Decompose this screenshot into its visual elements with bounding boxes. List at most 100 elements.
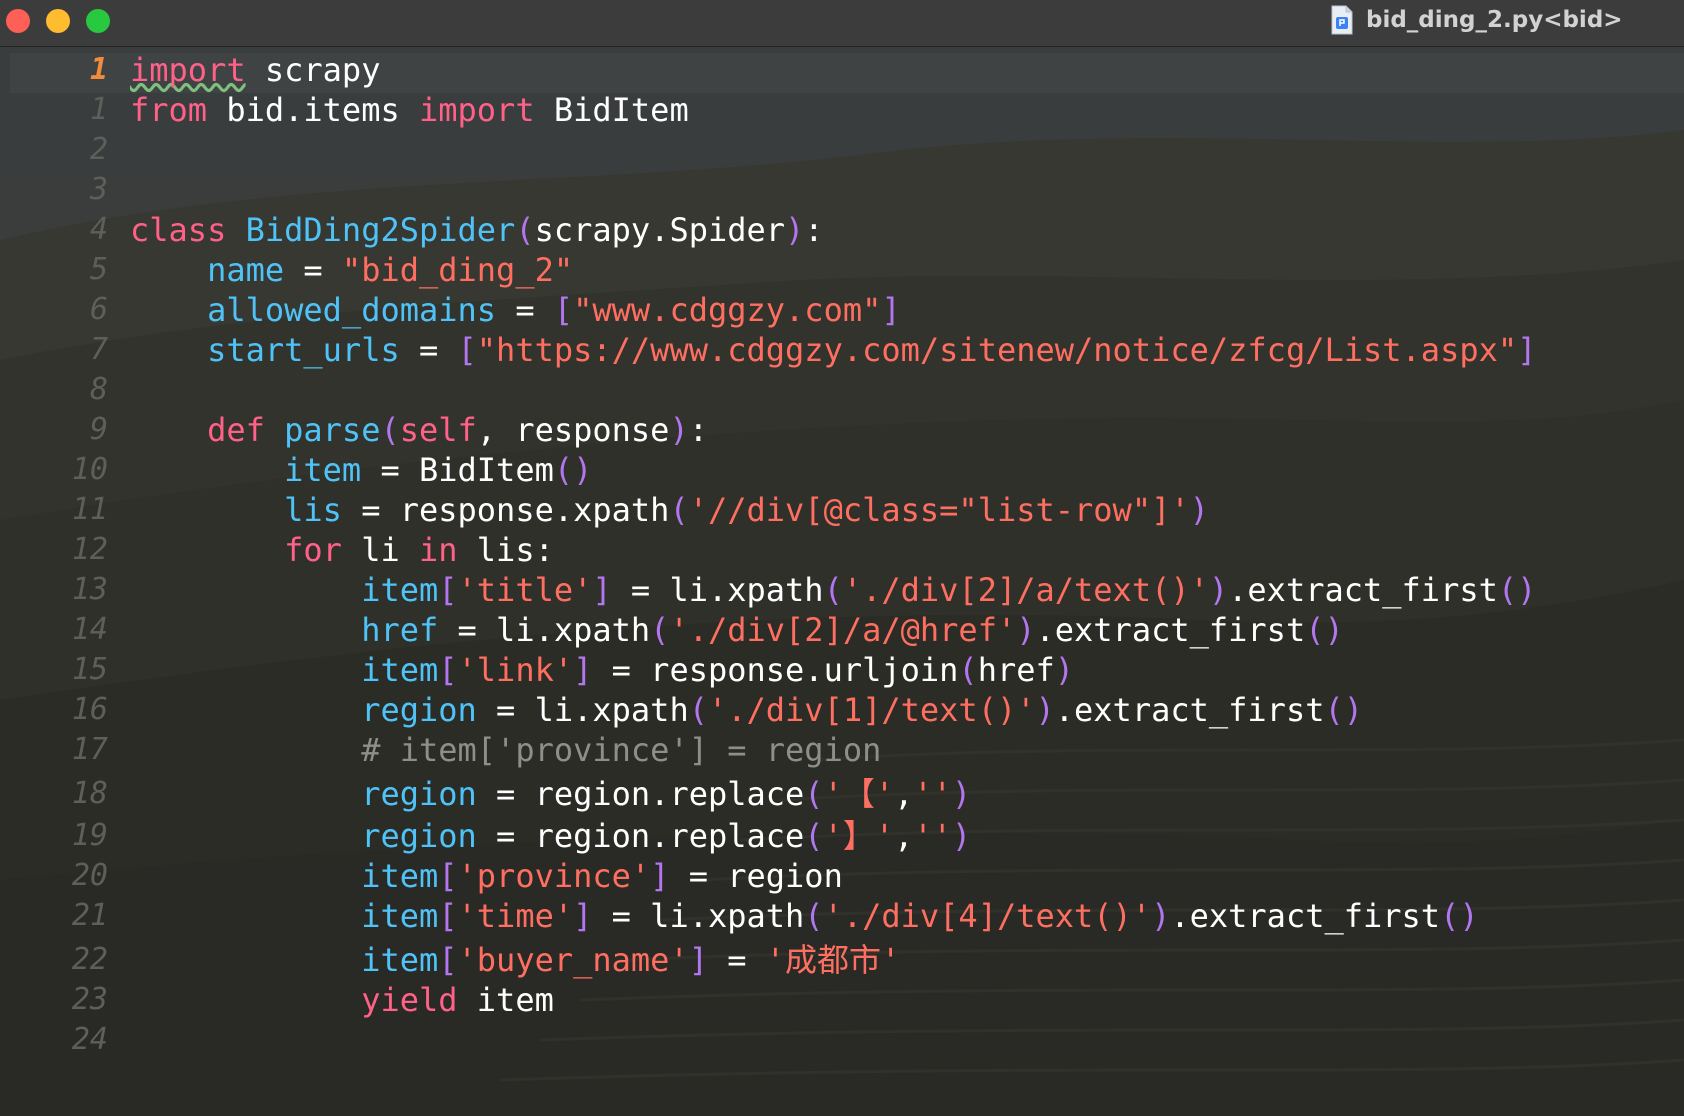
line-number: 8 — [89, 372, 108, 407]
code-token: = — [496, 291, 554, 329]
code-token: for — [284, 531, 342, 569]
code-line[interactable]: 8 — [0, 369, 1684, 411]
code-line[interactable]: 22 item['buyer_name'] = '成都市' — [0, 939, 1684, 981]
code-line[interactable]: 18 region = region.replace('【','') — [0, 773, 1684, 815]
code-token: item — [457, 981, 554, 1019]
code-line[interactable]: 11 lis = response.xpath('//div[@class="l… — [0, 489, 1684, 531]
code-token: = region.replace — [476, 775, 805, 813]
code-line[interactable]: 3 — [0, 169, 1684, 211]
code-token: = li.xpath — [592, 897, 805, 935]
code-line[interactable]: 6 allowed_domains = ["www.cdggzy.com"] — [0, 289, 1684, 331]
minimize-window-button[interactable] — [46, 9, 70, 33]
code-line[interactable]: 1 import scrapy — [0, 49, 1684, 91]
code-text: item['link'] = response.urljoin(href) — [130, 649, 1074, 691]
code-text: item = BidItem() — [130, 449, 592, 491]
code-token: ( — [958, 651, 978, 689]
code-text: class BidDing2Spider(scrapy.Spider): — [130, 209, 824, 251]
line-number: 1 — [89, 52, 108, 87]
code-token: region — [361, 817, 477, 855]
code-line[interactable]: 17 # item['province'] = region — [0, 729, 1684, 771]
code-token: ] — [573, 897, 593, 935]
line-number: 10 — [71, 452, 108, 487]
code-token: ( — [804, 817, 824, 855]
code-line[interactable]: 7 start_urls = ["https://www.cdggzy.com/… — [0, 329, 1684, 371]
code-line[interactable]: 16 region = li.xpath('./div[1]/text()').… — [0, 689, 1684, 731]
code-line[interactable]: 15 item['link'] = response.urljoin(href) — [0, 649, 1684, 691]
code-token: .extract_first — [1035, 611, 1306, 649]
code-token: = li.xpath — [611, 571, 824, 609]
code-line[interactable]: 1 from bid.items import BidItem — [0, 89, 1684, 131]
line-number: 1 — [89, 92, 108, 127]
title-bar: bid_ding_2.py<bid> — [0, 0, 1684, 47]
code-token: ] — [592, 571, 612, 609]
code-token: start_urls — [207, 331, 400, 369]
code-line[interactable]: 24 — [0, 1019, 1684, 1061]
editor-window: bid_ding_2.py<bid> 1 import scrapy 1 from b… — [0, 0, 1684, 1116]
code-line[interactable]: 21 item['time'] = li.xpath('./div[4]/tex… — [0, 895, 1684, 937]
code-editor[interactable]: 1 import scrapy 1 from bid.items import Bid… — [0, 47, 1684, 1116]
code-text: region = li.xpath('./div[1]/text()').ext… — [130, 689, 1363, 731]
code-token: yield — [361, 981, 458, 1019]
code-token: item — [361, 897, 439, 935]
code-token: ) — [669, 411, 689, 449]
code-text: region = region.replace('【','') — [130, 773, 971, 815]
code-line[interactable]: 19 region = region.replace('】','') — [0, 815, 1684, 857]
code-token: ) — [1035, 691, 1055, 729]
code-token: ] — [688, 941, 708, 979]
code-token: './div[1]/text()' — [707, 691, 1036, 729]
code-token: () — [1440, 897, 1479, 935]
code-token: scrapy — [245, 51, 381, 89]
line-number: 15 — [71, 652, 108, 687]
code-token: region — [361, 775, 477, 813]
code-token: from — [130, 91, 208, 129]
code-line[interactable]: 2 — [0, 129, 1684, 171]
code-token: ) — [951, 775, 972, 813]
code-line[interactable]: 5 name = "bid_ding_2" — [0, 249, 1684, 291]
code-token: : — [804, 211, 824, 249]
line-number: 6 — [89, 292, 108, 327]
code-token: = li.xpath — [438, 611, 651, 649]
code-token: ) — [1016, 611, 1036, 649]
code-token: href — [977, 651, 1055, 689]
code-line[interactable]: 23 yield item — [0, 979, 1684, 1021]
code-token: [ — [457, 331, 477, 369]
line-number: 9 — [89, 412, 108, 447]
code-token: ] — [881, 291, 901, 329]
code-token: region — [361, 691, 477, 729]
code-text: for li in lis: — [130, 529, 554, 571]
close-window-button[interactable] — [6, 9, 30, 33]
code-line[interactable]: 13 item['title'] = li.xpath('./div[2]/a/… — [0, 569, 1684, 611]
code-token: .extract_first — [1228, 571, 1498, 609]
code-token: ( — [380, 411, 400, 449]
code-token: .extract_first — [1054, 691, 1325, 729]
line-number: 18 — [71, 776, 108, 811]
code-token: ( — [650, 611, 670, 649]
line-number: 22 — [71, 942, 108, 977]
line-number: 4 — [89, 212, 108, 247]
code-line[interactable]: 10 item = BidItem() — [0, 449, 1684, 491]
code-text: start_urls = ["https://www.cdggzy.com/si… — [130, 329, 1536, 371]
code-text: yield item — [130, 979, 554, 1021]
zoom-window-button[interactable] — [86, 9, 110, 33]
code-line[interactable]: 14 href = li.xpath('./div[2]/a/@href').e… — [0, 609, 1684, 651]
code-line[interactable]: 9 def parse(self, response): — [0, 409, 1684, 451]
code-token: .extract_first — [1170, 897, 1441, 935]
code-token: , response — [476, 411, 670, 449]
code-token: = response.xpath — [341, 491, 670, 529]
code-token: item — [361, 941, 439, 979]
code-line[interactable]: 12 for li in lis: — [0, 529, 1684, 571]
code-text: item['province'] = region — [130, 855, 843, 897]
code-token: () — [553, 451, 593, 489]
code-line[interactable]: 4 class BidDing2Spider(scrapy.Spider): — [0, 209, 1684, 251]
code-token: () — [1305, 611, 1344, 649]
code-line[interactable]: 20 item['province'] = region — [0, 855, 1684, 897]
code-token: 'province' — [457, 857, 651, 895]
code-token: item — [361, 571, 439, 609]
code-token: ) — [1054, 651, 1075, 689]
